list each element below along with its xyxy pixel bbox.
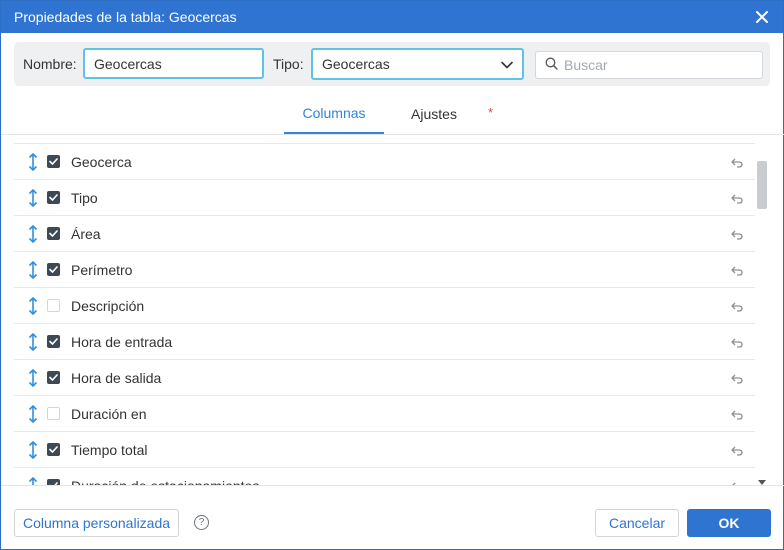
- row-checkbox[interactable]: [47, 263, 60, 276]
- drag-handle-icon[interactable]: [26, 368, 40, 387]
- name-label: Nombre:: [23, 56, 77, 72]
- row-label: Descripción: [71, 297, 145, 314]
- undo-icon[interactable]: [731, 371, 743, 387]
- tab-divider: [1, 134, 784, 135]
- list-item[interactable]: Duración de estacionamientos: [14, 467, 755, 485]
- drag-handle-icon[interactable]: [26, 404, 40, 423]
- list-item[interactable]: Hora de salida: [14, 359, 755, 395]
- row-label: Tipo: [71, 189, 98, 206]
- tab-ajustes[interactable]: Ajustes: [396, 93, 472, 134]
- drag-handle-icon[interactable]: [26, 152, 40, 171]
- list-item[interactable]: Tipo: [14, 179, 755, 215]
- dialog-title: Propiedades de la tabla: Geocercas: [14, 9, 237, 25]
- row-checkbox[interactable]: [47, 443, 60, 456]
- undo-icon[interactable]: [731, 227, 743, 243]
- ok-button[interactable]: OK: [687, 509, 771, 537]
- drag-handle-icon[interactable]: [26, 224, 40, 243]
- list-item[interactable]: Área: [14, 215, 755, 251]
- cancel-button[interactable]: Cancelar: [595, 509, 679, 537]
- row-label: Tiempo total: [71, 441, 148, 458]
- undo-icon[interactable]: [731, 299, 743, 315]
- type-select[interactable]: Geocercas: [311, 48, 524, 80]
- tab-label: Columnas: [302, 104, 366, 121]
- drag-handle-icon[interactable]: [26, 296, 40, 315]
- undo-icon[interactable]: [731, 191, 743, 207]
- list-item[interactable]: Perímetro: [14, 251, 755, 287]
- chevron-down-icon: [501, 56, 513, 72]
- row-label: Duración de estacionamientos: [71, 478, 259, 486]
- row-checkbox[interactable]: [47, 191, 60, 204]
- row-label: Hora de entrada: [71, 333, 173, 350]
- footer-divider: [1, 485, 784, 486]
- type-label: Tipo:: [273, 56, 304, 72]
- list-item[interactable]: Descripción: [14, 287, 755, 323]
- row-label: Hora de salida: [71, 369, 162, 386]
- row-checkbox[interactable]: [47, 299, 60, 312]
- required-marker: *: [488, 105, 494, 120]
- row-checkbox[interactable]: [47, 407, 60, 420]
- list-item[interactable]: Duración en: [14, 395, 755, 431]
- drag-handle-icon[interactable]: [26, 440, 40, 459]
- drag-handle-icon[interactable]: [26, 260, 40, 279]
- undo-icon[interactable]: [731, 335, 743, 351]
- undo-icon[interactable]: [731, 263, 743, 279]
- list-item[interactable]: Geocerca: [14, 143, 755, 179]
- row-label: Perímetro: [71, 261, 133, 278]
- row-checkbox[interactable]: [47, 155, 60, 168]
- scrollbar-thumb[interactable]: [757, 161, 767, 209]
- help-icon[interactable]: ?: [194, 515, 209, 530]
- list-item[interactable]: Tiempo total: [14, 431, 755, 467]
- close-icon[interactable]: [754, 9, 770, 25]
- tab-columnas[interactable]: Columnas: [284, 93, 384, 134]
- undo-icon[interactable]: [731, 407, 743, 423]
- drag-handle-icon[interactable]: [26, 188, 40, 207]
- row-label: Duración en: [71, 405, 147, 422]
- drag-handle-icon[interactable]: [26, 332, 40, 351]
- row-label: Área: [71, 225, 101, 242]
- tab-label: Ajustes: [411, 105, 457, 122]
- custom-column-button[interactable]: Columna personalizada: [14, 509, 179, 537]
- filter-bar: Nombre: Geocercas Tipo: Geocercas: [14, 42, 770, 86]
- list-item[interactable]: Hora de entrada: [14, 323, 755, 359]
- table-properties-dialog: Propiedades de la tabla: Geocercas Nombr…: [0, 0, 784, 550]
- tab-bar: Columnas Ajustes: [1, 93, 784, 135]
- undo-icon[interactable]: [731, 443, 743, 459]
- row-checkbox[interactable]: [47, 227, 60, 240]
- row-checkbox[interactable]: [47, 335, 60, 348]
- type-select-value: Geocercas: [322, 56, 390, 72]
- name-input[interactable]: Geocercas: [83, 48, 264, 79]
- search-box[interactable]: [535, 51, 763, 79]
- columns-list: Geocerca Tipo Área Perímetro Descripción Hora…: [14, 143, 755, 485]
- dialog-titlebar: Propiedades de la tabla: Geocercas: [1, 1, 783, 33]
- row-label: Geocerca: [71, 153, 132, 170]
- list-scrollbar[interactable]: [755, 158, 769, 485]
- row-checkbox[interactable]: [47, 371, 60, 384]
- drag-handle-icon[interactable]: [26, 476, 40, 485]
- name-input-value: Geocercas: [94, 55, 162, 72]
- search-input[interactable]: [564, 57, 744, 73]
- undo-icon[interactable]: [731, 155, 743, 171]
- search-icon: [545, 57, 558, 73]
